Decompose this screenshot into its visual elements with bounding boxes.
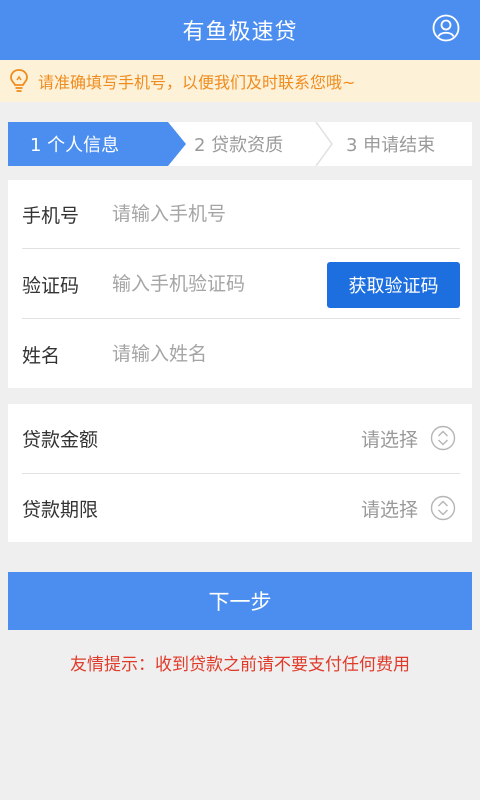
step-label: 1 个人信息 bbox=[30, 135, 120, 156]
loan-term-row[interactable]: 贷款期限 请选择 bbox=[8, 474, 472, 542]
divider bbox=[22, 248, 460, 249]
step-chevron-icon bbox=[315, 122, 333, 166]
loan-amount-row[interactable]: 贷款金额 请选择 bbox=[8, 404, 472, 472]
lightbulb-icon bbox=[10, 69, 28, 92]
name-label: 姓名 bbox=[22, 344, 61, 367]
next-step-button[interactable]: 下一步 bbox=[8, 572, 472, 630]
phone-label: 手机号 bbox=[22, 204, 80, 227]
warning-tip: 友情提示：收到贷款之前请不要支付任何费用 bbox=[70, 655, 410, 675]
name-input[interactable] bbox=[112, 336, 312, 372]
personal-info-card: 手机号 验证码 获取验证码 姓名 bbox=[8, 180, 472, 388]
loan-amount-select[interactable]: 请选择 bbox=[361, 425, 418, 452]
user-icon[interactable] bbox=[432, 14, 460, 42]
divider bbox=[22, 318, 460, 319]
name-row: 姓名 bbox=[8, 320, 472, 388]
notice-bar: 请准确填写手机号，以便我们及时联系您哦~ bbox=[0, 60, 480, 102]
app-header: 有鱼极速贷 bbox=[0, 0, 480, 60]
phone-input[interactable] bbox=[112, 196, 312, 232]
notice-text: 请准确填写手机号，以便我们及时联系您哦~ bbox=[38, 73, 356, 92]
step-loan-qualification: 2 贷款资质 bbox=[194, 122, 283, 166]
step-progress: 1 个人信息 2 贷款资质 3 申请结束 bbox=[8, 122, 472, 166]
loan-amount-label: 贷款金额 bbox=[22, 428, 99, 451]
app-title: 有鱼极速贷 bbox=[182, 20, 298, 45]
step-label: 3 申请结束 bbox=[346, 135, 436, 156]
step-personal-info: 1 个人信息 bbox=[8, 122, 186, 166]
select-updown-icon[interactable] bbox=[430, 495, 456, 521]
loan-term-select[interactable]: 请选择 bbox=[361, 495, 418, 522]
select-updown-icon[interactable] bbox=[430, 425, 456, 451]
loan-info-card: 贷款金额 请选择 贷款期限 请选择 bbox=[8, 404, 472, 542]
code-label: 验证码 bbox=[22, 274, 80, 297]
phone-row: 手机号 bbox=[8, 180, 472, 248]
step-application-end: 3 申请结束 bbox=[346, 122, 435, 166]
code-input[interactable] bbox=[112, 266, 312, 302]
loan-term-label: 贷款期限 bbox=[22, 498, 99, 521]
step-label: 2 贷款资质 bbox=[194, 135, 284, 156]
get-code-button[interactable]: 获取验证码 bbox=[327, 262, 460, 308]
